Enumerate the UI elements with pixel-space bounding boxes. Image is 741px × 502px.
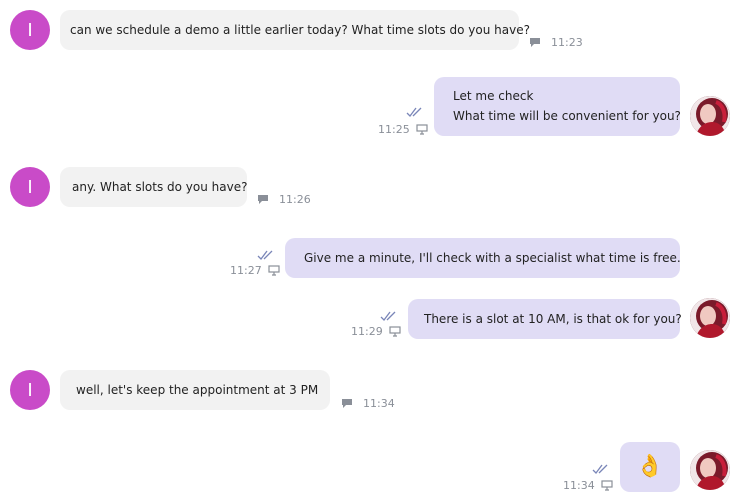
ok-hand-emoji: 👌 — [636, 454, 664, 479]
comment-icon — [258, 195, 268, 204]
message-bubble-outgoing: 👌 — [620, 442, 680, 492]
message-text: well, let's keep the appointment at 3 PM — [76, 383, 319, 397]
message-bubble-outgoing: Let me check What time will be convenien… — [434, 77, 681, 136]
message-meta: 11:23 — [529, 36, 583, 49]
message-time: 11:25 — [378, 123, 410, 136]
message-bubble-incoming: any. What slots do you have? — [60, 167, 247, 207]
message-meta: 11:34 — [563, 479, 613, 492]
agent-avatar[interactable] — [690, 298, 730, 338]
message-meta: 11:26 — [257, 193, 311, 206]
contact-avatar[interactable]: I — [10, 10, 50, 50]
message-time: 11:26 — [279, 193, 311, 206]
double-check-icon — [592, 459, 610, 478]
contact-avatar[interactable]: I — [10, 370, 50, 410]
message-text: Give me a minute, I'll check with a spec… — [304, 251, 681, 265]
monitor-icon — [416, 124, 428, 135]
message-bubble-outgoing: Give me a minute, I'll check with a spec… — [285, 238, 681, 278]
monitor-icon — [268, 265, 280, 276]
message-text: There is a slot at 10 AM, is that ok for… — [424, 312, 682, 326]
message-text: Let me check — [453, 89, 534, 103]
message-time: 11:27 — [230, 264, 262, 277]
message-text: can we schedule a demo a little earlier … — [70, 23, 530, 37]
monitor-icon — [389, 326, 401, 337]
message-text: What time will be convenient for you? — [453, 109, 681, 123]
message-bubble-outgoing: There is a slot at 10 AM, is that ok for… — [408, 299, 682, 339]
double-check-icon — [406, 102, 424, 121]
double-check-icon — [257, 245, 275, 264]
comment-icon — [530, 38, 540, 47]
agent-avatar[interactable] — [690, 450, 730, 490]
message-bubble-incoming: can we schedule a demo a little earlier … — [60, 10, 530, 50]
double-check-icon — [380, 306, 398, 325]
message-time: 11:34 — [363, 397, 395, 410]
agent-avatar[interactable] — [690, 96, 730, 136]
message-bubble-incoming: well, let's keep the appointment at 3 PM — [60, 370, 330, 410]
message-time: 11:29 — [351, 325, 383, 338]
message-time: 11:34 — [563, 479, 595, 492]
monitor-icon — [601, 480, 613, 491]
message-meta: 11:34 — [341, 397, 395, 410]
contact-avatar[interactable]: I — [10, 167, 50, 207]
message-meta: 11:27 — [230, 264, 280, 277]
comment-icon — [342, 399, 352, 408]
message-text: any. What slots do you have? — [72, 180, 248, 194]
message-meta: 11:29 — [351, 325, 401, 338]
message-meta: 11:25 — [378, 123, 428, 136]
message-time: 11:23 — [551, 36, 583, 49]
